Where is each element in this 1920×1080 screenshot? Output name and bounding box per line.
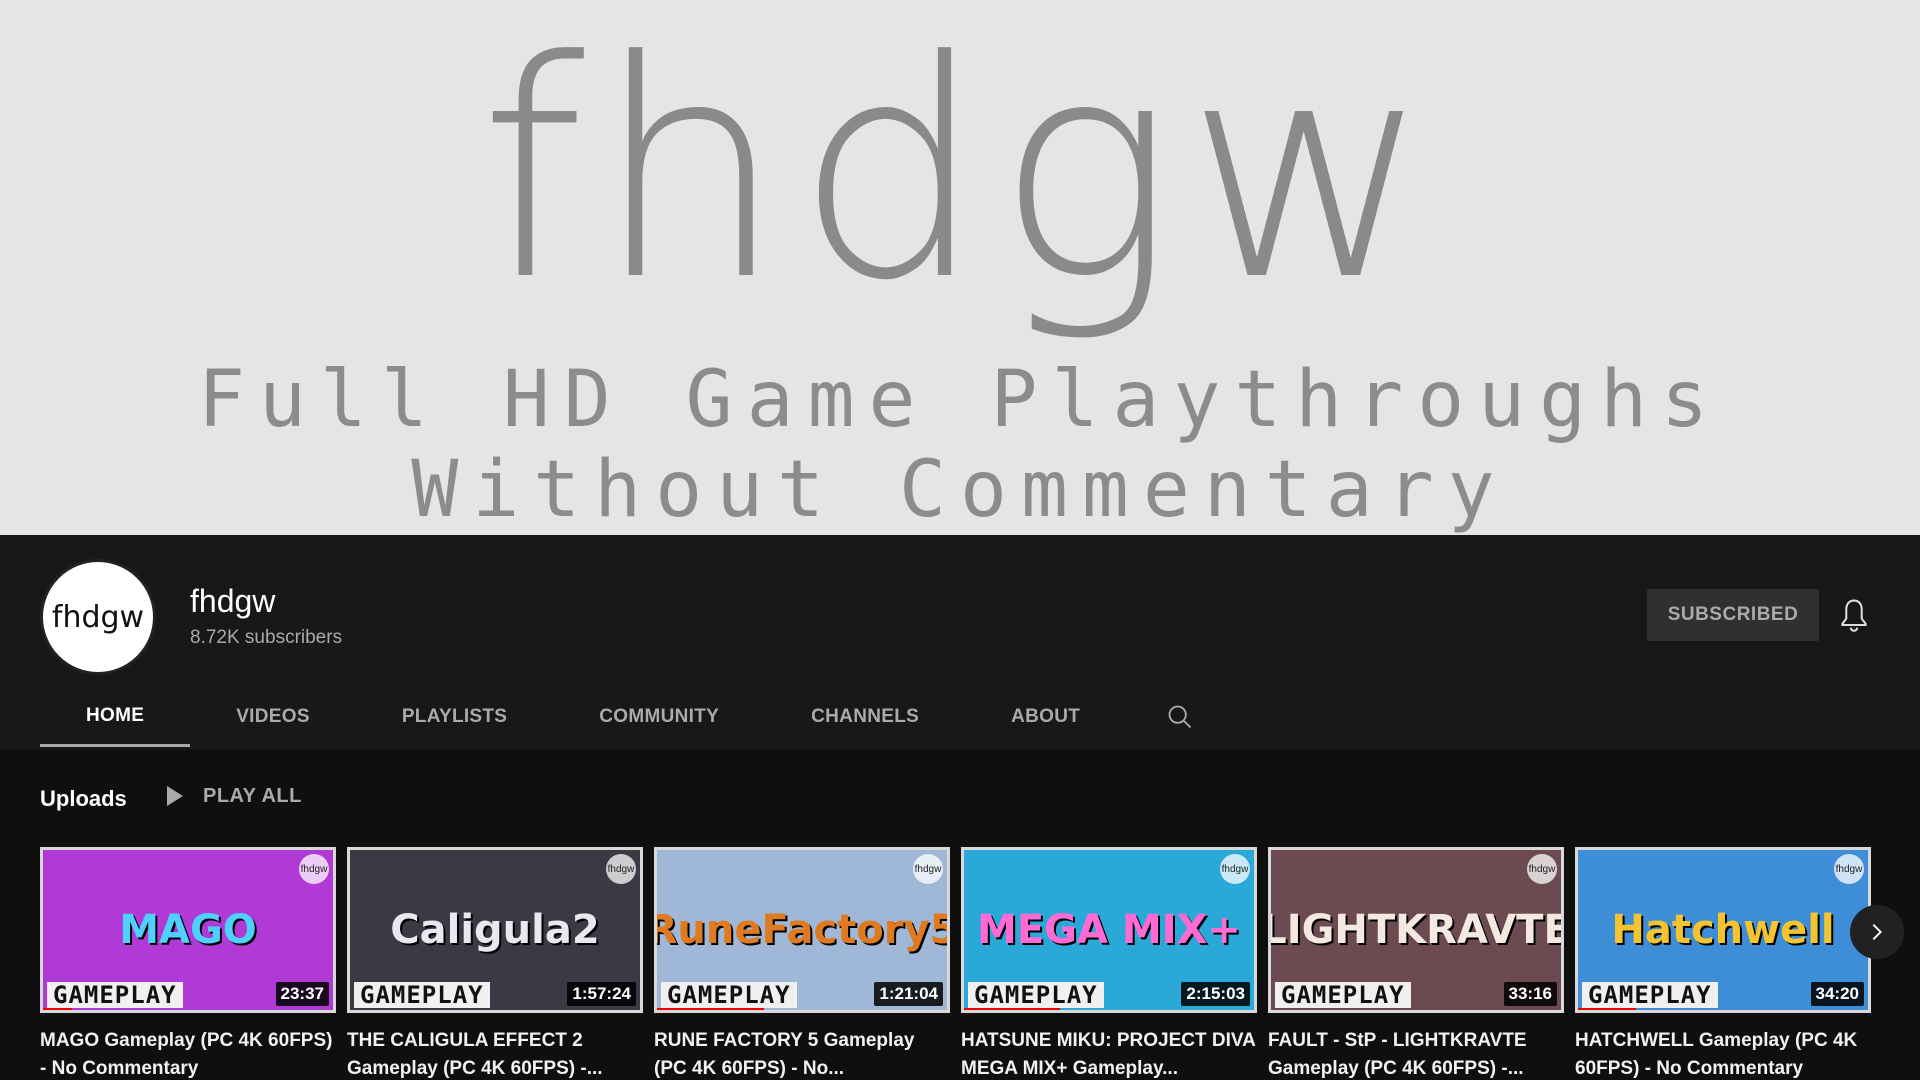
video-card[interactable]: MAGO fhdgw GAMEPLAY 23:37 MAGO Gameplay (PC … (40, 847, 336, 1080)
video-duration: 33:16 (1503, 982, 1557, 1006)
watch-progress-bar (1578, 1008, 1636, 1010)
gameplay-label: GAMEPLAY (661, 982, 797, 1008)
banner-tagline-line1: Full HD Game Playthroughs (198, 355, 1722, 445)
play-icon (167, 786, 183, 806)
video-thumbnail[interactable]: RuneFactory5 fhdgw GAMEPLAY 1:21:04 (654, 847, 950, 1013)
tab-playlists[interactable]: PLAYLISTS (356, 687, 553, 747)
tab-about[interactable]: ABOUT (965, 687, 1126, 747)
shelf-title[interactable]: Uploads (40, 786, 127, 812)
channel-avatar[interactable]: fhdgw (40, 559, 156, 675)
banner-logo: fhdgw (479, 0, 1441, 346)
video-title[interactable]: MAGO Gameplay (PC 4K 60FPS) - No Comment… (40, 1027, 336, 1080)
video-title[interactable]: THE CALIGULA EFFECT 2 Gameplay (PC 4K 60… (347, 1027, 643, 1080)
gameplay-label: GAMEPLAY (47, 982, 183, 1008)
watch-progress-bar (964, 1008, 1060, 1010)
channel-name: fhdgw (190, 583, 276, 619)
gameplay-label: GAMEPLAY (354, 982, 490, 1008)
gameplay-label: GAMEPLAY (1582, 982, 1718, 1008)
bell-icon[interactable] (1838, 598, 1870, 634)
video-card[interactable]: MEGA MIX+ fhdgw GAMEPLAY 2:15:03 HATSUNE MIK… (961, 847, 1257, 1080)
video-card[interactable]: Hatchwell fhdgw GAMEPLAY 34:20 HATCHWELL Gam… (1575, 847, 1871, 1080)
gameplay-label: GAMEPLAY (1275, 982, 1411, 1008)
video-card[interactable]: LIGHTKRAVTE fhdgw GAMEPLAY 33:16 FAULT - StP… (1268, 847, 1564, 1080)
video-thumbnail[interactable]: LIGHTKRAVTE fhdgw GAMEPLAY 33:16 (1268, 847, 1564, 1013)
video-card[interactable]: RuneFactory5 fhdgw GAMEPLAY 1:21:04 RUNE FAC… (654, 847, 950, 1080)
channel-watermark: fhdgw (1834, 854, 1864, 884)
video-title[interactable]: FAULT - StP - LIGHTKRAVTE Gameplay (PC 4… (1268, 1027, 1564, 1080)
subscribed-button[interactable]: SUBSCRIBED (1647, 589, 1819, 641)
play-all-button[interactable]: PLAY ALL (165, 784, 302, 808)
subscriber-count: 8.72K subscribers (190, 627, 343, 648)
channel-watermark: fhdgw (1220, 854, 1250, 884)
video-shelf: MAGO fhdgw GAMEPLAY 23:37 MAGO Gameplay (PC … (40, 847, 1880, 1080)
video-duration: 2:15:03 (1181, 982, 1250, 1006)
channel-watermark: fhdgw (606, 854, 636, 884)
chevron-right-icon (1872, 924, 1882, 940)
video-duration: 1:57:24 (567, 982, 636, 1006)
watch-progress-bar (43, 1008, 72, 1010)
next-arrow-button[interactable] (1850, 905, 1904, 959)
video-thumbnail[interactable]: MAGO fhdgw GAMEPLAY 23:37 (40, 847, 336, 1013)
gameplay-label: GAMEPLAY (968, 982, 1104, 1008)
channel-tabs: HOME VIDEOS PLAYLISTS COMMUNITY CHANNELS… (40, 687, 1234, 747)
channel-watermark: fhdgw (1527, 854, 1557, 884)
video-thumbnail[interactable]: Caligula2 fhdgw GAMEPLAY 1:57:24 (347, 847, 643, 1013)
tab-community[interactable]: COMMUNITY (553, 687, 765, 747)
video-thumbnail[interactable]: Hatchwell fhdgw GAMEPLAY 34:20 (1575, 847, 1871, 1013)
search-icon (1168, 705, 1192, 729)
video-card[interactable]: Caligula2 fhdgw GAMEPLAY 1:57:24 THE CALIGUL… (347, 847, 643, 1080)
tab-channels[interactable]: CHANNELS (765, 687, 965, 747)
watch-progress-bar (657, 1008, 765, 1010)
video-duration: 23:37 (275, 982, 329, 1006)
tab-home[interactable]: HOME (40, 687, 191, 747)
video-duration: 34:20 (1810, 982, 1864, 1006)
video-title[interactable]: HATCHWELL Gameplay (PC 4K 60FPS) - No Co… (1575, 1027, 1871, 1080)
channel-search-button[interactable] (1126, 687, 1234, 747)
banner-tagline-line2: Without Commentary (411, 445, 1509, 535)
tab-videos[interactable]: VIDEOS (190, 687, 356, 747)
channel-watermark: fhdgw (913, 854, 943, 884)
channel-watermark: fhdgw (299, 854, 329, 884)
video-title[interactable]: HATSUNE MIKU: PROJECT DIVA MEGA MIX+ Gam… (961, 1027, 1257, 1080)
home-content: Uploads PLAY ALL MAGO fhdgw GAMEPLAY 23:37 M… (0, 750, 1920, 1080)
channel-header: fhdgw fhdgw 8.72K subscribers SUBSCRIBED… (0, 535, 1920, 750)
play-all-label: PLAY ALL (203, 784, 302, 807)
video-duration: 1:21:04 (874, 982, 943, 1006)
channel-banner: fhdgw Full HD Game Playthroughs Without … (0, 0, 1920, 535)
video-thumbnail[interactable]: MEGA MIX+ fhdgw GAMEPLAY 2:15:03 (961, 847, 1257, 1013)
video-title[interactable]: RUNE FACTORY 5 Gameplay (PC 4K 60FPS) - … (654, 1027, 950, 1080)
